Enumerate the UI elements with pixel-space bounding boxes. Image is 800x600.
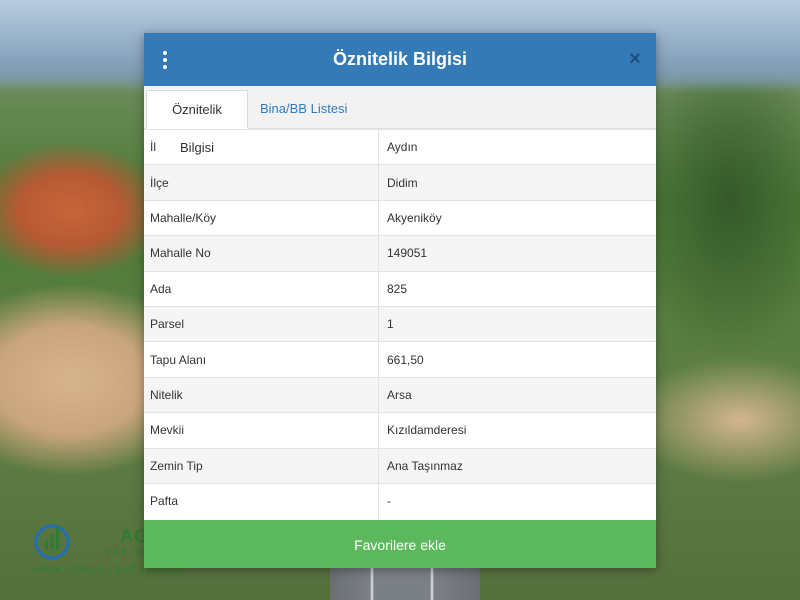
- table-row: Ada 825: [144, 270, 656, 307]
- table-row: Mahalle/Köy Akyeniköy: [144, 199, 656, 236]
- attr-key: Mevkii: [144, 412, 379, 449]
- tab-bar: Öznitelik Bilgisi Bina/BB Listesi: [144, 86, 656, 155]
- attr-value: Arsa: [378, 376, 656, 413]
- modal-header: Öznitelik Bilgisi ×: [144, 33, 656, 86]
- attribute-info-modal: Öznitelik Bilgisi × Öznitelik Bilgisi Bi…: [144, 33, 656, 568]
- attr-value: Aydın: [378, 128, 656, 165]
- add-to-favorites-button[interactable]: Favorilere ekle: [144, 520, 656, 568]
- attr-value: -: [378, 482, 656, 519]
- table-row: İlçe Didim: [144, 164, 656, 201]
- tab-building-list[interactable]: Bina/BB Listesi: [252, 90, 355, 129]
- attr-key: Mahalle No: [144, 235, 379, 272]
- tab-attribute-info[interactable]: Öznitelik Bilgisi: [146, 90, 248, 155]
- attr-key: Zemin Tip: [144, 447, 379, 484]
- close-icon[interactable]: ×: [626, 49, 644, 69]
- attr-value: Didim: [378, 164, 656, 201]
- attr-value: 149051: [378, 235, 656, 272]
- table-row: Tapu Alanı 661,50: [144, 341, 656, 378]
- attribute-table: İl Aydın İlçe Didim Mahalle/Köy Akyenikö…: [144, 128, 656, 519]
- attr-key: Mahalle/Köy: [144, 199, 379, 236]
- attr-value: Ana Taşınmaz: [378, 447, 656, 484]
- attr-key: Parsel: [144, 305, 379, 342]
- attr-value: 825: [378, 270, 656, 307]
- attr-key: Tapu Alanı: [144, 341, 379, 378]
- table-row: Nitelik Arsa: [144, 376, 656, 413]
- attr-key: İl: [144, 128, 379, 165]
- attr-value: Akyeniköy: [378, 199, 656, 236]
- attr-value: 661,50: [378, 341, 656, 378]
- attr-key: Nitelik: [144, 376, 379, 413]
- attr-key: Pafta: [144, 482, 379, 519]
- attr-value: Kızıldamderesi: [378, 412, 656, 449]
- attr-key: İlçe: [144, 164, 379, 201]
- table-row: Zemin Tip Ana Taşınmaz: [144, 447, 656, 484]
- table-row: İl Aydın: [144, 128, 656, 165]
- table-row: Pafta -: [144, 482, 656, 519]
- modal-title: Öznitelik Bilgisi: [332, 49, 468, 69]
- vertical-dots-icon[interactable]: [160, 51, 170, 71]
- logo-chart-icon: [34, 524, 70, 560]
- table-row: Parsel 1: [144, 305, 656, 342]
- attr-value: 1: [378, 305, 656, 342]
- attr-key: Ada: [144, 270, 379, 307]
- table-row: Mevkii Kızıldamderesi: [144, 412, 656, 449]
- table-row: Mahalle No 149051: [144, 235, 656, 272]
